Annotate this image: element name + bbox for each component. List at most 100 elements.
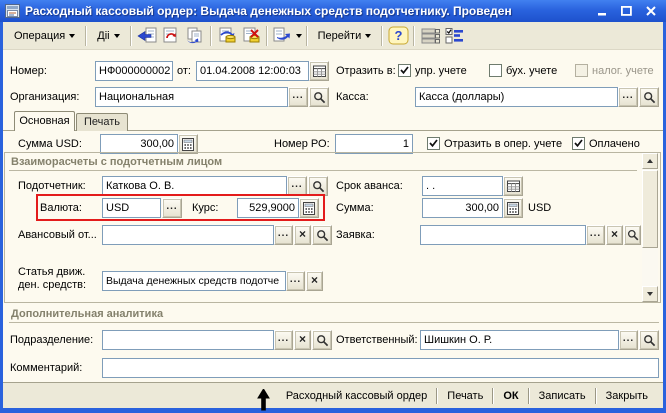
document-icon xyxy=(5,4,20,18)
toolbar: Операция Дii Перейти ? xyxy=(3,22,663,50)
group2-line xyxy=(9,322,659,323)
podotchetnik-field[interactable]: Каткова О. В. xyxy=(102,176,287,196)
based-on-icon[interactable] xyxy=(271,25,303,46)
comment-field[interactable] xyxy=(102,358,659,378)
scrollbar-thumb[interactable] xyxy=(642,170,658,248)
goto-menu-button[interactable]: Перейти xyxy=(311,24,379,47)
request-clear-icon[interactable]: × xyxy=(606,225,623,245)
reflect-mgmt-checkbox[interactable] xyxy=(398,64,411,77)
amount-calculator-icon[interactable] xyxy=(503,198,523,218)
paid-checkbox-label: Оплачено xyxy=(589,138,640,150)
save-button[interactable]: Записать xyxy=(530,390,595,402)
department-field[interactable] xyxy=(102,330,274,350)
advance-field[interactable] xyxy=(102,225,274,245)
reflect-acc-checkbox[interactable] xyxy=(489,64,502,77)
kassa-label: Касса: xyxy=(336,91,369,103)
ro-number-field[interactable]: 1 xyxy=(335,134,413,154)
reflect-label: Отразить в: xyxy=(336,65,396,77)
amount-field[interactable]: 300,00 xyxy=(422,198,503,218)
operation-menu-button[interactable]: Операция xyxy=(7,24,82,47)
unpost-icon[interactable] xyxy=(239,25,263,46)
minimize-button[interactable] xyxy=(595,4,610,18)
refresh-icon[interactable] xyxy=(159,25,183,46)
actions-menu-button[interactable]: Дii xyxy=(90,24,126,47)
oper-checkbox[interactable] xyxy=(427,137,440,150)
department-select-button[interactable]: ... xyxy=(274,330,293,350)
post-icon[interactable] xyxy=(215,25,239,46)
amount-label: Сумма: xyxy=(336,202,374,214)
close-form-button[interactable]: Закрыть xyxy=(597,390,657,402)
reflect-acc-label: бух. учете xyxy=(506,65,558,77)
toolbar-separator xyxy=(265,25,268,46)
flags-settings-icon[interactable] xyxy=(442,25,466,46)
advance-magnifier-icon[interactable] xyxy=(312,225,332,245)
ok-button[interactable]: ОК xyxy=(494,390,527,402)
validation-highlight xyxy=(36,194,325,221)
reflect-tax-label: налог. учете xyxy=(592,65,654,77)
department-magnifier-icon[interactable] xyxy=(312,330,332,350)
copy-icon[interactable] xyxy=(183,25,207,46)
podotchetnik-select-button[interactable]: ... xyxy=(287,176,307,196)
cashflow-label-line2: ден. средств: xyxy=(18,279,87,291)
print-form-button[interactable]: Расходный кассовый ордер xyxy=(277,390,436,402)
cashflow-clear-icon[interactable]: × xyxy=(306,271,323,291)
kassa-field[interactable]: Касса (доллары) xyxy=(415,87,618,107)
sum-usd-field[interactable]: 300,00 xyxy=(100,134,178,154)
amount-currency-label: USD xyxy=(528,202,552,214)
kassa-select-button[interactable]: ... xyxy=(618,87,638,107)
responsible-field[interactable]: Шишкин О. Р. xyxy=(420,330,619,350)
request-magnifier-icon[interactable] xyxy=(624,225,641,245)
advance-select-button[interactable]: ... xyxy=(274,225,293,245)
title-bar[interactable]: Расходный кассовый ордер: Выдача денежны… xyxy=(0,0,666,22)
org-magnifier-icon[interactable] xyxy=(309,87,329,107)
oper-checkbox-label: Отразить в опер. учете xyxy=(444,138,563,150)
advance-clear-icon[interactable]: × xyxy=(294,225,311,245)
paid-checkbox[interactable] xyxy=(572,137,585,150)
group2-title: Дополнительная аналитика xyxy=(11,308,164,320)
toolbar-separator xyxy=(305,25,308,46)
kassa-magnifier-icon[interactable] xyxy=(639,87,659,107)
sum-usd-label: Сумма USD: xyxy=(18,138,82,150)
chevron-down-icon xyxy=(295,33,302,38)
department-clear-icon[interactable]: × xyxy=(294,330,311,350)
scroll-down-icon[interactable] xyxy=(642,286,658,302)
srok-avansa-field[interactable]: . . xyxy=(422,176,503,196)
org-select-button[interactable]: ... xyxy=(288,87,308,107)
sum-usd-calculator-icon[interactable] xyxy=(178,134,198,154)
reflect-tax-checkbox xyxy=(575,64,588,77)
toolbar-separator xyxy=(413,25,416,46)
responsible-label: Ответственный: xyxy=(336,334,418,346)
request-field[interactable] xyxy=(420,225,586,245)
srok-calendar-icon[interactable] xyxy=(503,176,523,196)
org-field[interactable]: Национальная xyxy=(95,87,288,107)
reflect-mgmt-label: упр. учете xyxy=(415,65,467,77)
cashflow-select-button[interactable]: ... xyxy=(286,271,305,291)
tab-osnovnaya[interactable]: Основная xyxy=(14,111,75,131)
print-button[interactable]: Печать xyxy=(438,390,492,402)
calendar-icon[interactable] xyxy=(309,61,329,81)
date-field[interactable]: 01.04.2008 12:00:03 xyxy=(196,61,309,81)
list-settings-icon[interactable] xyxy=(418,25,442,46)
chevron-down-icon xyxy=(113,33,120,38)
number-label: Номер: xyxy=(10,65,47,77)
request-label: Заявка: xyxy=(336,229,375,241)
podotchetnik-magnifier-icon[interactable] xyxy=(308,176,328,196)
cashflow-field[interactable]: Выдача денежных средств подотче xyxy=(102,271,286,291)
number-field[interactable]: НФ000000002 xyxy=(95,61,173,81)
responsible-select-button[interactable]: ... xyxy=(619,330,638,350)
responsible-magnifier-icon[interactable] xyxy=(639,330,659,350)
form-body: Номер: НФ000000002 от: 01.04.2008 12:00:… xyxy=(3,50,663,382)
help-icon[interactable]: ? xyxy=(386,25,410,46)
close-button[interactable] xyxy=(643,4,658,18)
chevron-down-icon xyxy=(365,33,372,38)
svg-text:?: ? xyxy=(394,28,402,43)
tab-pechat[interactable]: Печать xyxy=(76,113,128,131)
podotchetnik-label: Подотчетник: xyxy=(18,180,86,192)
ro-number-label: Номер РО: xyxy=(274,138,330,150)
scroll-up-icon[interactable] xyxy=(642,153,658,169)
request-select-button[interactable]: ... xyxy=(586,225,605,245)
maximize-button[interactable] xyxy=(619,4,634,18)
back-icon[interactable] xyxy=(135,25,159,46)
org-label: Организация: xyxy=(10,91,80,103)
toolbar-separator xyxy=(209,25,212,46)
